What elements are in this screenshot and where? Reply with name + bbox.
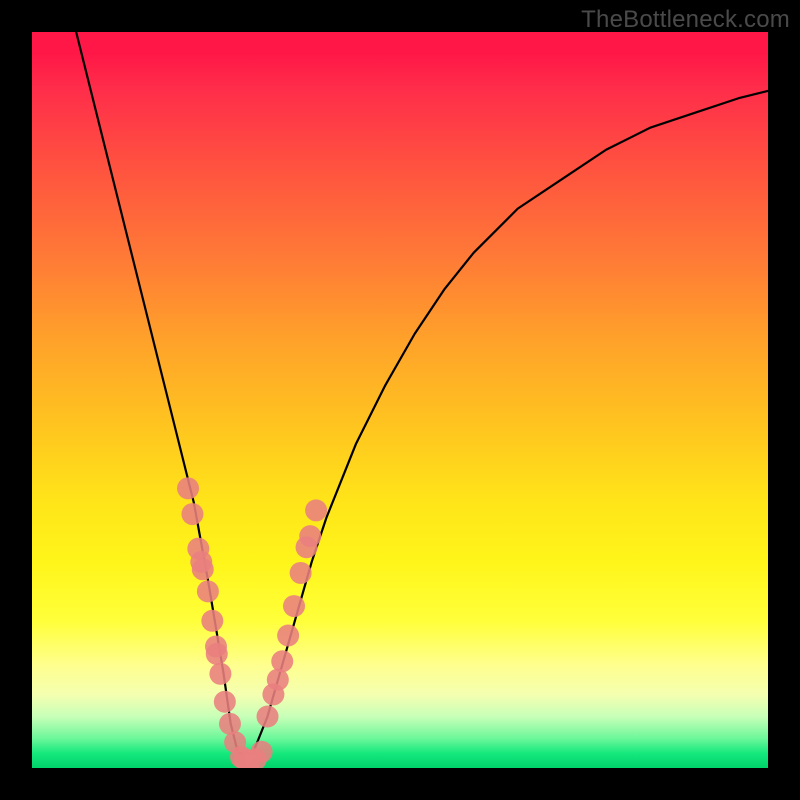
data-marker <box>299 525 321 547</box>
data-marker <box>209 663 231 685</box>
markers-left <box>177 477 252 768</box>
data-marker <box>197 580 219 602</box>
chart-overlay <box>32 32 768 768</box>
data-marker <box>181 503 203 525</box>
data-marker <box>271 650 293 672</box>
data-marker <box>192 558 214 580</box>
chart-frame: TheBottleneck.com <box>0 0 800 800</box>
data-marker <box>305 499 327 521</box>
markers-right <box>257 499 328 727</box>
data-marker <box>177 477 199 499</box>
data-marker <box>290 562 312 584</box>
main-curve <box>76 32 768 753</box>
data-marker <box>257 705 279 727</box>
data-marker <box>251 741 273 763</box>
data-marker <box>201 610 223 632</box>
data-marker <box>267 669 289 691</box>
data-marker <box>277 625 299 647</box>
data-marker <box>283 595 305 617</box>
data-marker <box>214 691 236 713</box>
plot-area <box>32 32 768 768</box>
data-marker <box>206 643 228 665</box>
watermark-text: TheBottleneck.com <box>581 6 790 34</box>
